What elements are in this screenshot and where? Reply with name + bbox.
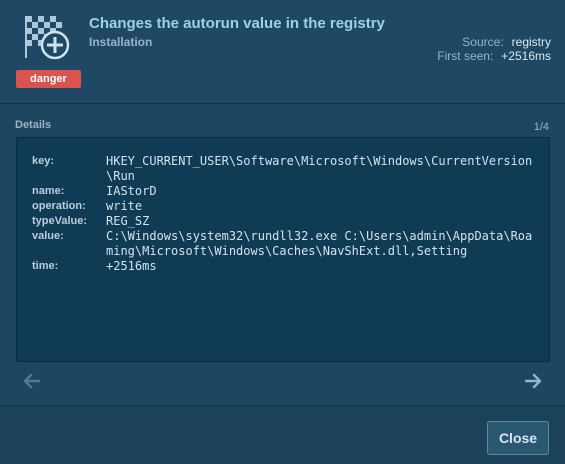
severity-badge: danger bbox=[16, 70, 81, 88]
detail-row: name: IAStorD bbox=[32, 184, 542, 199]
checkered-flag-plus-icon bbox=[24, 14, 70, 60]
dialog-header: Changes the autorun value in the registr… bbox=[0, 0, 565, 103]
details-panel: key: HKEY_CURRENT_USER\Software\Microsoft… bbox=[16, 137, 550, 362]
detail-key: name: bbox=[32, 185, 65, 197]
arrow-left-icon[interactable] bbox=[23, 373, 41, 389]
event-details-dialog: Changes the autorun value in the registr… bbox=[0, 0, 565, 464]
source-label: Source: bbox=[462, 35, 504, 49]
close-button[interactable]: Close bbox=[487, 421, 549, 455]
detail-key: typeValue: bbox=[32, 215, 88, 227]
detail-key: operation: bbox=[32, 200, 86, 212]
detail-value: C:\Windows\system32\rundll32.exe C:\User… bbox=[106, 229, 533, 258]
detail-value: REG_SZ bbox=[106, 214, 150, 228]
header-divider bbox=[0, 103, 565, 104]
detail-key: key: bbox=[32, 155, 55, 167]
detail-row: key: HKEY_CURRENT_USER\Software\Microsoft… bbox=[32, 154, 542, 184]
detail-row: typeValue: REG_SZ bbox=[32, 214, 542, 229]
dialog-footer: Close bbox=[0, 405, 565, 464]
detail-key: time: bbox=[32, 260, 59, 272]
first-seen-label: First seen: bbox=[437, 49, 494, 63]
details-label: Details bbox=[15, 119, 52, 131]
detail-value: write bbox=[106, 199, 143, 213]
page-counter: 1/4 bbox=[533, 121, 549, 133]
first-seen-row: First seen: +2516ms bbox=[437, 49, 551, 63]
detail-key: value: bbox=[32, 230, 64, 242]
detail-value: HKEY_CURRENT_USER\Software\Microsoft\Win… bbox=[106, 154, 533, 183]
arrow-right-icon[interactable] bbox=[524, 373, 542, 389]
details-list: key: HKEY_CURRENT_USER\Software\Microsoft… bbox=[32, 154, 542, 274]
event-title: Changes the autorun value in the registr… bbox=[89, 15, 385, 32]
detail-row: time: +2516ms bbox=[32, 259, 542, 274]
source-value: registry bbox=[511, 35, 551, 49]
source-row: Source: registry bbox=[437, 35, 551, 49]
first-seen-value: +2516ms bbox=[501, 49, 551, 63]
event-category: Installation bbox=[89, 35, 153, 49]
detail-row: value: C:\Windows\system32\rundll32.exe C… bbox=[32, 229, 542, 259]
detail-value: IAStorD bbox=[106, 184, 157, 198]
detail-row: operation: write bbox=[32, 199, 542, 214]
detail-value: +2516ms bbox=[106, 259, 157, 273]
event-meta: Source: registry First seen: +2516ms bbox=[437, 35, 551, 63]
